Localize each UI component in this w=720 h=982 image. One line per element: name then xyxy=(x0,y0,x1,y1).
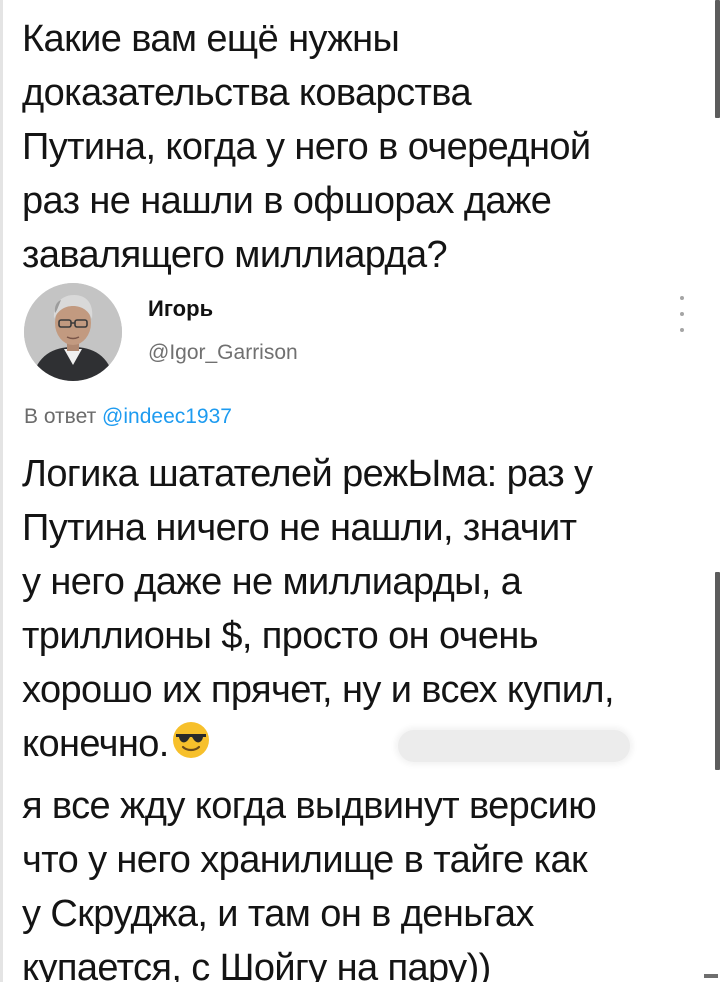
ellipsis-dot xyxy=(680,296,684,300)
author-avatar[interactable] xyxy=(24,283,122,381)
author-handle[interactable]: @Igor_Garrison xyxy=(148,341,298,365)
vertical-ellipsis-icon[interactable] xyxy=(676,296,688,332)
comment-text-line: что у него хранилище в тайге как xyxy=(22,839,588,881)
scrollbar-thumb[interactable] xyxy=(715,572,720,770)
post-text: Какие вам ещё нужны доказательства ковар… xyxy=(22,12,682,282)
author-name[interactable]: Игорь xyxy=(148,296,213,322)
post-text-line: раз не нашли в офшорах даже xyxy=(22,180,552,222)
reply-text-line: триллионы $, просто он очень xyxy=(22,615,539,657)
comment-text-line: у Скруджа, и там он в деньгах xyxy=(22,893,534,935)
comment-text-line: купается, с Шойгу на пару)) xyxy=(22,947,491,982)
reply-text-line: хорошо их прячет, ну и всех купил, xyxy=(22,669,615,711)
reply-to-handle-link[interactable]: @indeec1937 xyxy=(102,405,232,428)
reply-text-line: у него даже не миллиарды, а xyxy=(22,561,522,603)
reply-context-prefix: В ответ xyxy=(24,405,97,428)
reply-context: В ответ @indeec1937 xyxy=(24,405,232,429)
scrollbar-end-marker xyxy=(704,974,718,978)
post-text-line: доказательства коварства xyxy=(22,72,472,114)
comment-text: я все жду когда выдвинут версию что у не… xyxy=(22,779,682,982)
post-text-line: Путина, когда у него в очередной xyxy=(22,126,591,168)
ellipsis-dot xyxy=(680,328,684,332)
reply-text-line: Логика шатателей режЫма: раз у xyxy=(22,453,593,495)
user-avatar-photo-icon xyxy=(24,283,122,381)
comment-text-line: я все жду когда выдвинут версию xyxy=(22,785,597,827)
post-text-line: завалящего миллиарда? xyxy=(22,234,448,276)
redacted-watermark xyxy=(398,730,630,762)
scrollbar-thumb-top[interactable] xyxy=(715,0,720,118)
screenshot-page: Какие вам ещё нужны доказательства ковар… xyxy=(0,0,720,982)
reply-text: Логика шатателей режЫма: раз у Путина ни… xyxy=(22,447,682,771)
reply-text-line: Путина ничего не нашли, значит xyxy=(22,507,577,549)
smiling-face-with-sunglasses-icon xyxy=(172,722,209,758)
post-text-line: Какие вам ещё нужны xyxy=(22,18,400,60)
reply-text-line: конечно. xyxy=(22,723,169,765)
ellipsis-dot xyxy=(680,312,684,316)
left-border xyxy=(0,0,3,982)
